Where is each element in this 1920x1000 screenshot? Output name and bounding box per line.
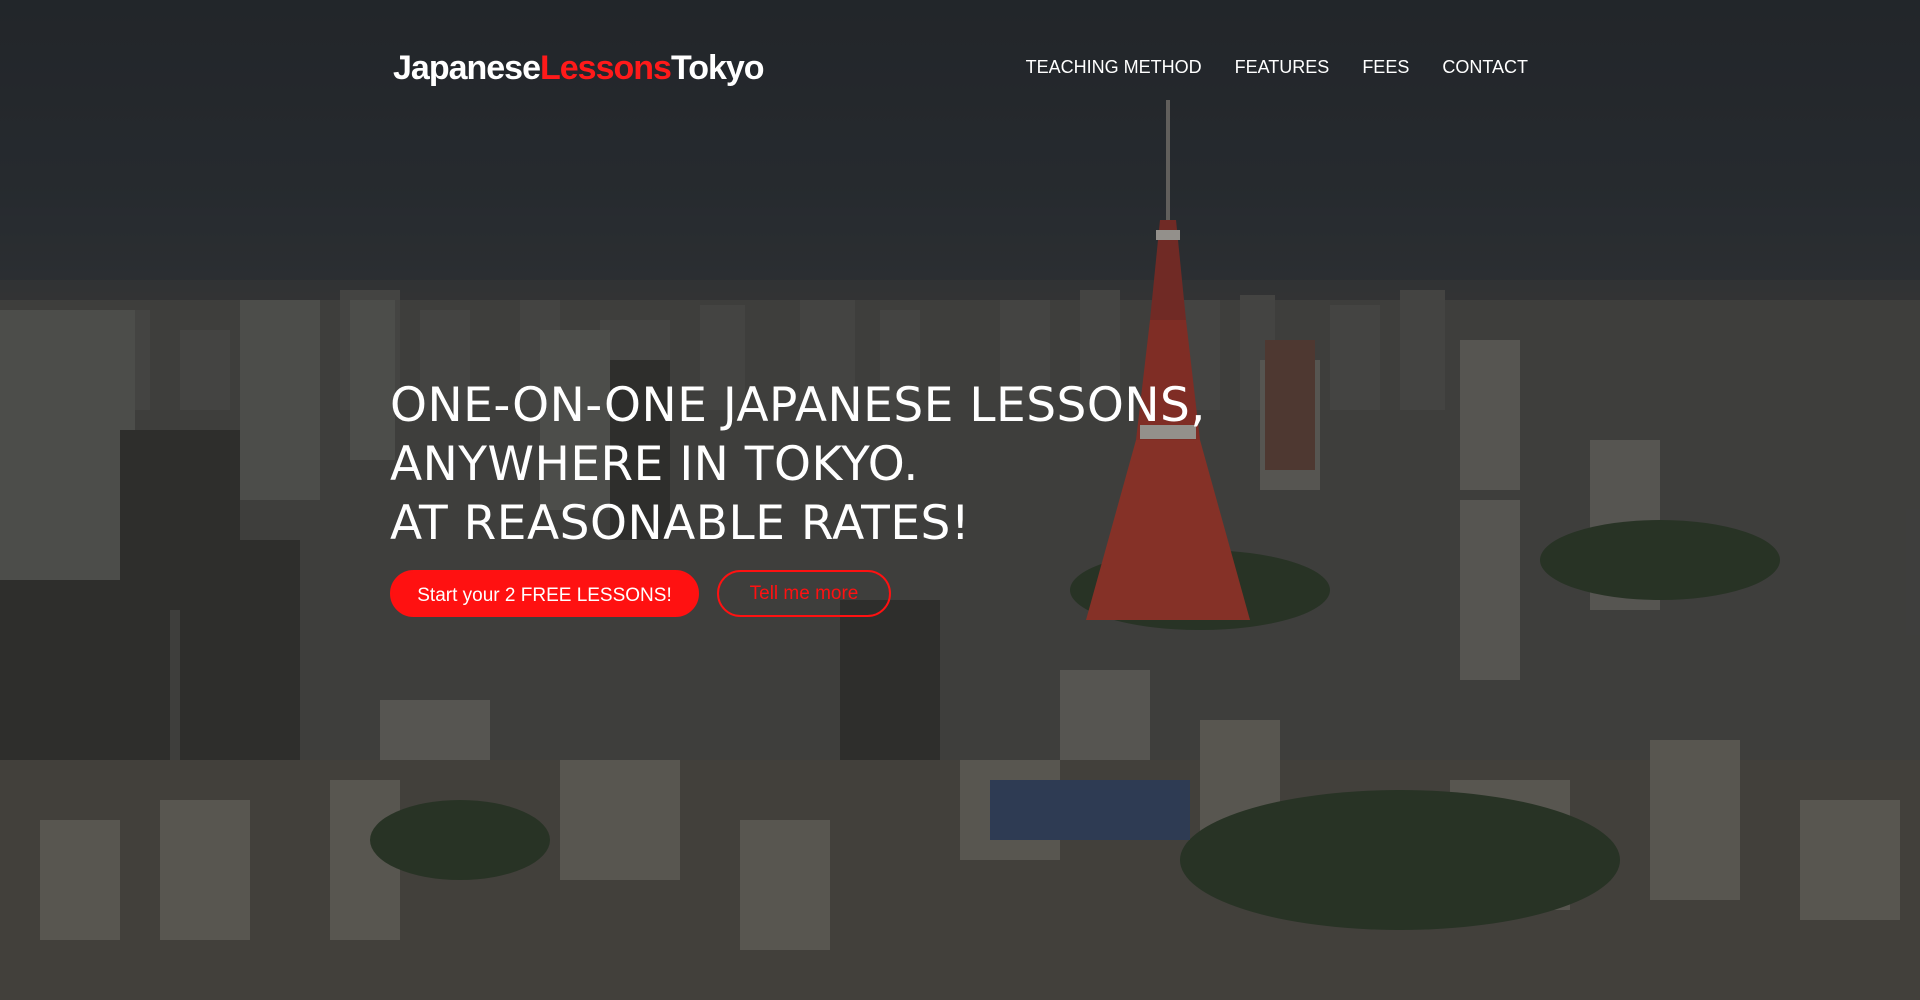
hero-headline-line-2: ANYWHERE IN TOKYO. <box>390 437 919 492</box>
site-logo[interactable]: JapaneseLessonsTokyo <box>393 46 765 90</box>
nav-menu: TEACHING METHOD FEATURES FEES CONTACT <box>1026 54 1528 80</box>
hero-headline-line-1: ONE-ON-ONE JAPANESE LESSONS, <box>390 378 1206 433</box>
nav-link-contact[interactable]: CONTACT <box>1442 54 1528 80</box>
start-free-lessons-button[interactable]: Start your 2 FREE LESSONS! <box>390 570 699 617</box>
logo-part-japanese: Japanese <box>393 49 541 87</box>
nav-link-features[interactable]: FEATURES <box>1235 54 1330 80</box>
logo-part-tokyo: Tokyo <box>670 49 765 87</box>
nav-link-fees[interactable]: FEES <box>1362 54 1409 80</box>
hero-section: ONE-ON-ONE JAPANESE LESSONS, ANYWHERE IN… <box>390 376 1290 617</box>
hero-headline: ONE-ON-ONE JAPANESE LESSONS, ANYWHERE IN… <box>390 376 1290 553</box>
nav-link-teaching-method[interactable]: TEACHING METHOD <box>1026 54 1202 80</box>
logo-part-lessons: Lessons <box>540 49 672 87</box>
hero-headline-line-3: AT REASONABLE RATES! <box>390 496 971 551</box>
navbar: JapaneseLessonsTokyo TEACHING METHOD FEA… <box>0 0 1920 135</box>
tell-me-more-button[interactable]: Tell me more <box>717 570 891 617</box>
hero-button-group: Start your 2 FREE LESSONS! Tell me more <box>390 570 1290 617</box>
